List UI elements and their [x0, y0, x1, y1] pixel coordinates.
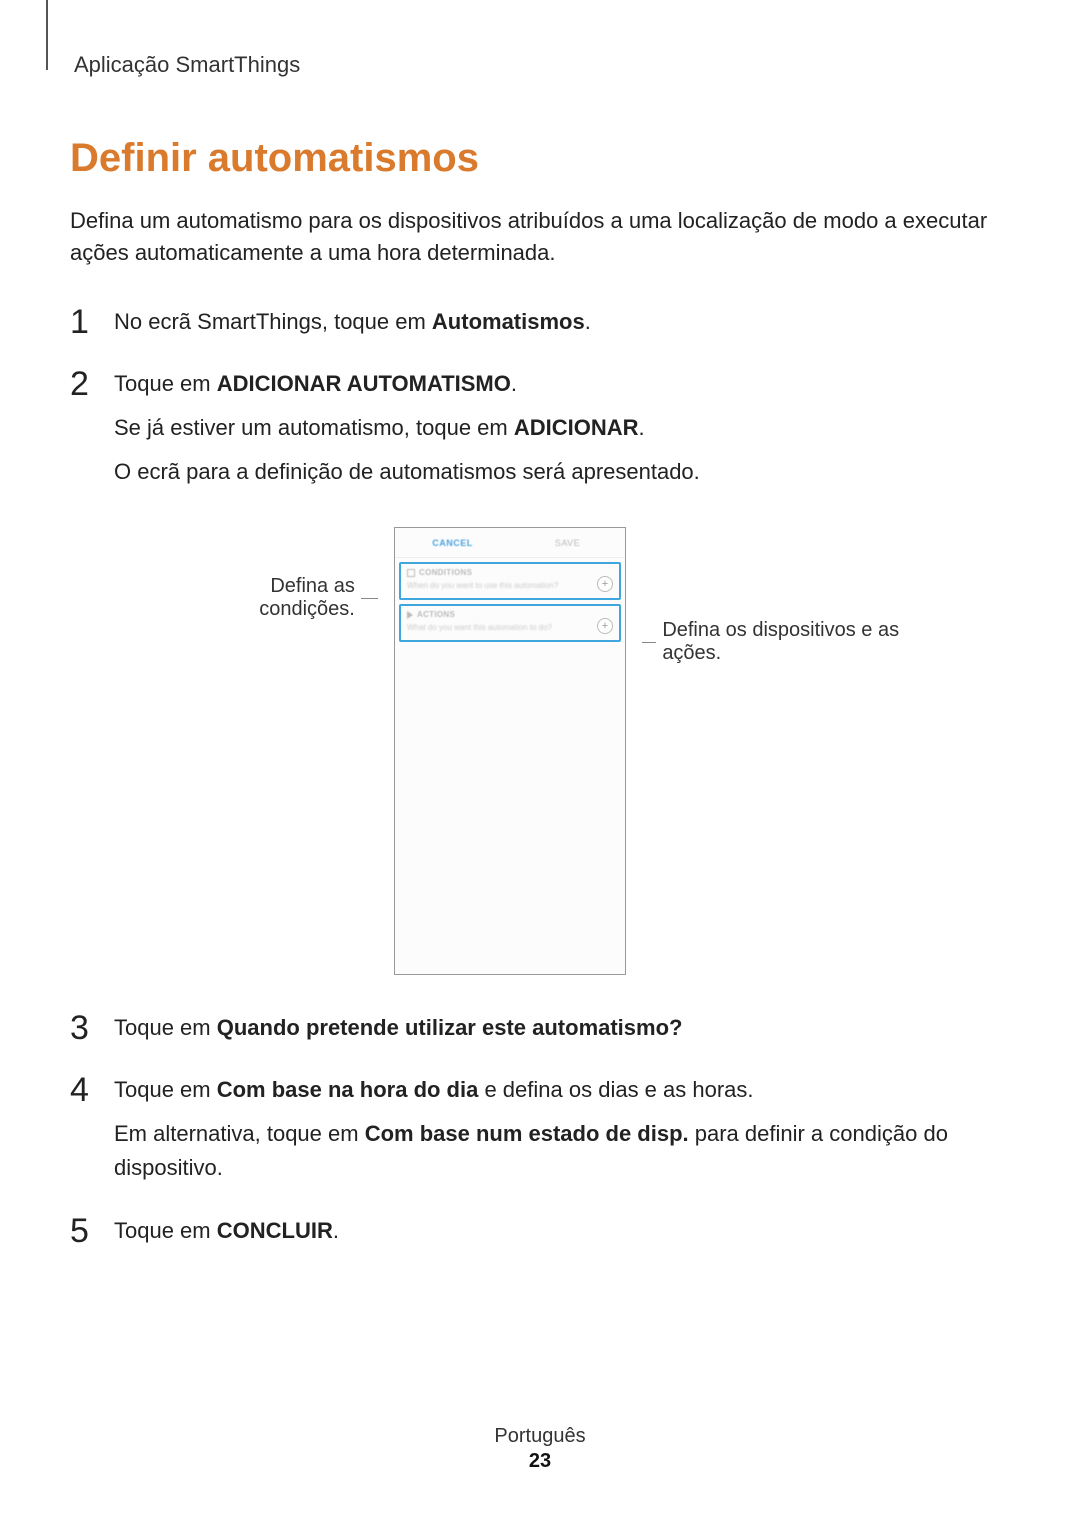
phone-conditions-desc: When do you want to use this automation?: [407, 581, 613, 590]
phone-mockup: CANCEL SAVE CONDITIONS When do you want …: [394, 527, 626, 975]
page-footer: Português 23: [0, 1425, 1080, 1473]
step-bold: ADICIONAR AUTOMATISMO: [217, 371, 511, 396]
step-text: Toque em: [114, 1015, 217, 1040]
step-text: .: [639, 415, 645, 440]
step-text: Se já estiver um automatismo, toque em: [114, 415, 514, 440]
play-icon: [407, 611, 413, 619]
intro-paragraph: Defina um automatismo para os dispositiv…: [70, 205, 1010, 269]
page-title: Definir automatismos: [70, 136, 1010, 181]
step-3: 3 Toque em Quando pretende utilizar este…: [70, 1011, 1010, 1055]
phone-actions-desc: What do you want this automation to do?: [407, 623, 613, 632]
step-bold: Quando pretende utilizar este automatism…: [217, 1015, 683, 1040]
callout-text: Defina as condições.: [178, 575, 355, 621]
step-bold: ADICIONAR: [514, 415, 639, 440]
callout-right: Defina os dispositivos e as ações.: [642, 527, 902, 665]
step-text: Toque em: [114, 1077, 217, 1102]
callout-line: [642, 642, 656, 643]
step-bold: Automatismos: [432, 309, 585, 334]
step-bold: Com base na hora do dia: [217, 1077, 479, 1102]
callout-text: Defina os dispositivos e as ações.: [662, 619, 902, 665]
step-text: O ecrã para a definição de automatismos …: [114, 455, 1010, 489]
step-text: e defina os dias e as horas.: [478, 1077, 753, 1102]
callout-left: Defina as condições.: [178, 527, 378, 621]
step-number: 3: [70, 1011, 98, 1055]
footer-page-number: 23: [0, 1450, 1080, 1473]
step-text: No ecrã SmartThings, toque em: [114, 309, 432, 334]
step-number: 2: [70, 367, 98, 499]
figure: Defina as condições. CANCEL SAVE CONDITI…: [70, 527, 1010, 975]
step-4: 4 Toque em Com base na hora do dia e def…: [70, 1073, 1010, 1195]
step-text: .: [511, 371, 517, 396]
phone-tab-cancel[interactable]: CANCEL: [395, 528, 510, 557]
vertical-rule: [46, 0, 48, 70]
step-text: Toque em: [114, 1218, 217, 1243]
footer-language: Português: [0, 1425, 1080, 1448]
step-number: 4: [70, 1073, 98, 1195]
callout-line: [361, 598, 378, 599]
step-text: Em alternativa, toque em: [114, 1121, 365, 1146]
step-5: 5 Toque em CONCLUIR.: [70, 1214, 1010, 1258]
phone-tabbar: CANCEL SAVE: [395, 528, 625, 558]
step-bold: Com base num estado de disp.: [365, 1121, 689, 1146]
header-section-name: Aplicação SmartThings: [74, 52, 1010, 78]
step-text: .: [585, 309, 591, 334]
step-number: 1: [70, 305, 98, 349]
step-number: 5: [70, 1214, 98, 1258]
phone-tab-save[interactable]: SAVE: [510, 528, 625, 557]
phone-conditions-label: CONDITIONS: [419, 568, 472, 577]
step-1: 1 No ecrã SmartThings, toque em Automati…: [70, 305, 1010, 349]
check-icon: [407, 569, 415, 577]
step-text: .: [333, 1218, 339, 1243]
phone-conditions-section[interactable]: CONDITIONS When do you want to use this …: [399, 562, 621, 600]
phone-actions-label: ACTIONS: [417, 610, 455, 619]
step-text: Toque em: [114, 371, 217, 396]
phone-actions-section[interactable]: ACTIONS What do you want this automation…: [399, 604, 621, 642]
step-bold: CONCLUIR: [217, 1218, 333, 1243]
step-2: 2 Toque em ADICIONAR AUTOMATISMO. Se já …: [70, 367, 1010, 499]
